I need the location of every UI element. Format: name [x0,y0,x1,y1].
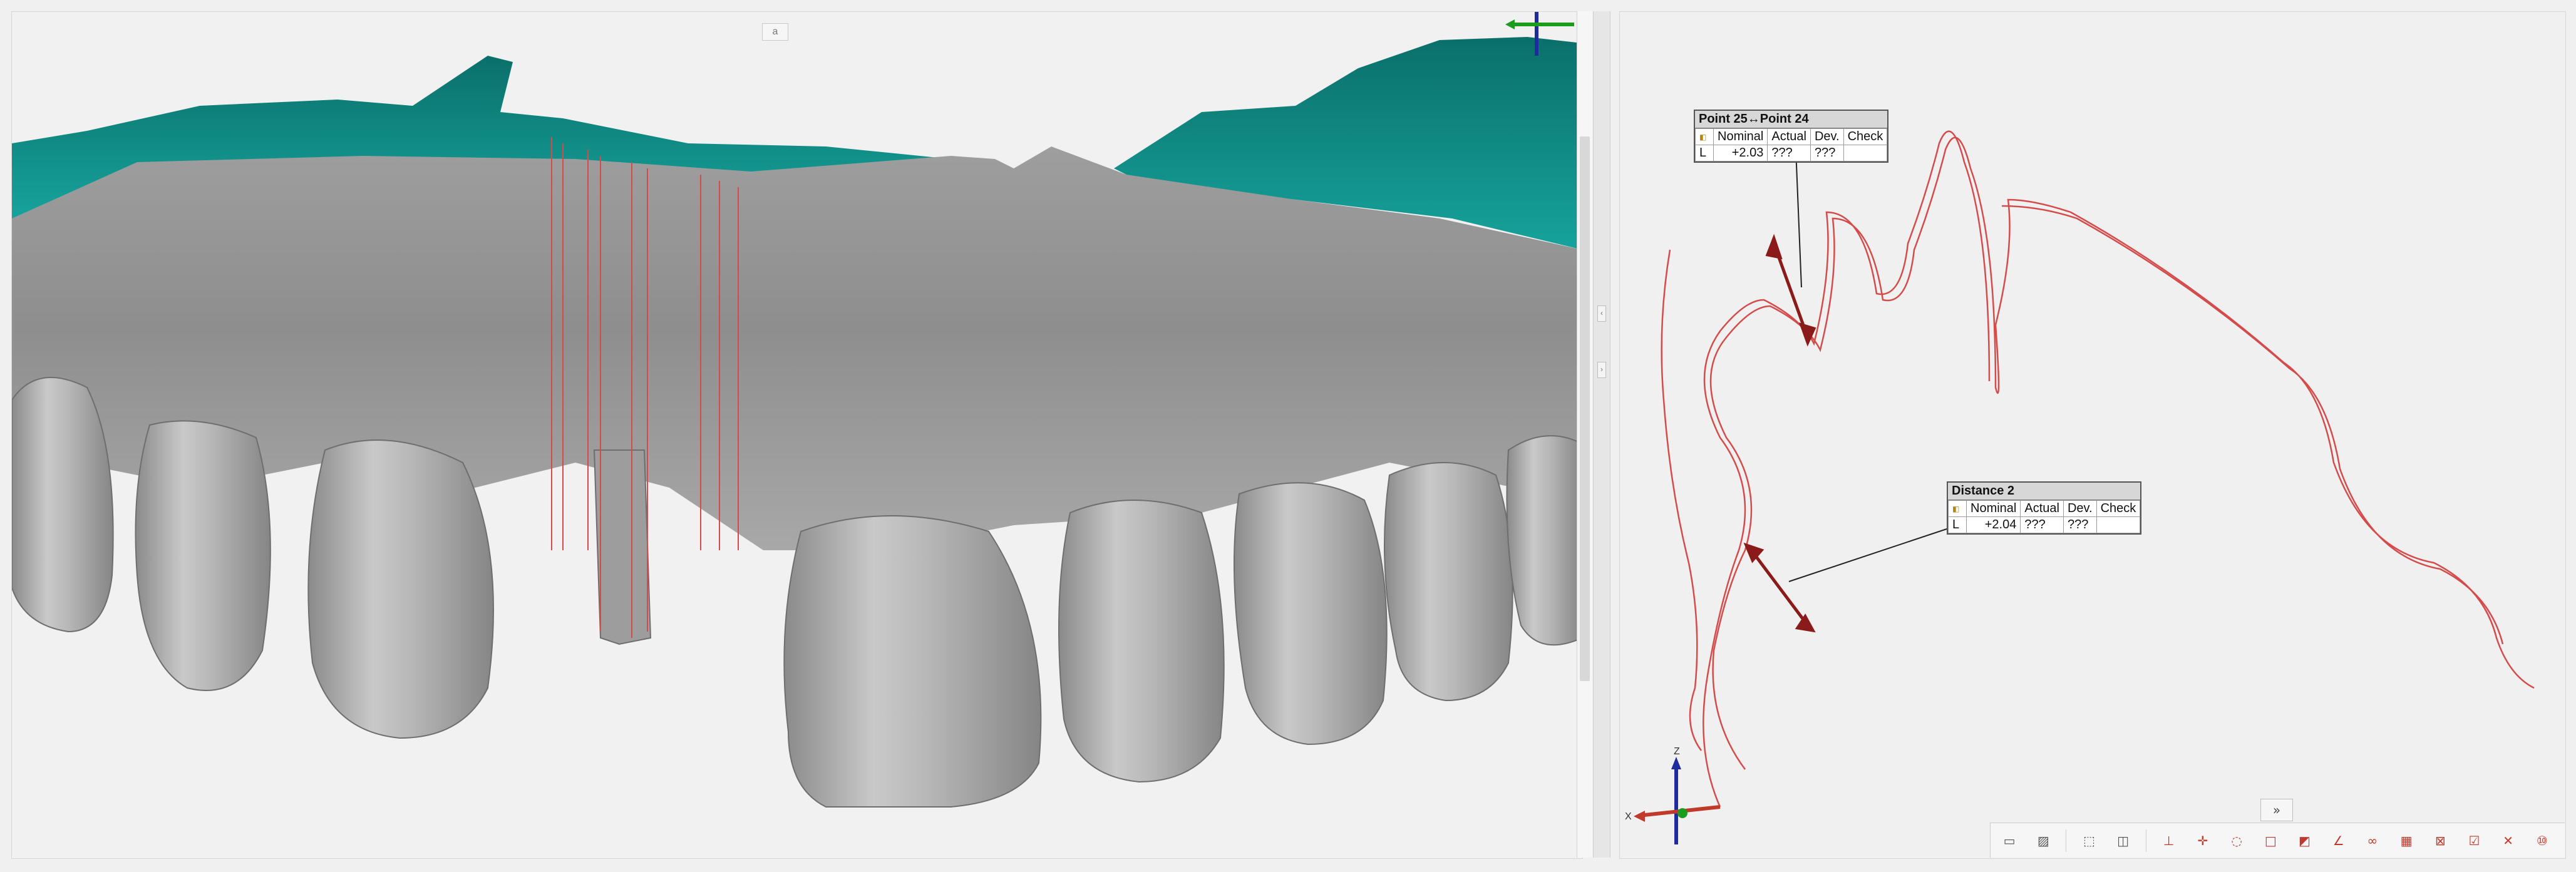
measurement-icon: ◧ [1948,500,1967,517]
toolbar-expand-button[interactable]: » [2260,799,2293,821]
measurement-label-point25-point24[interactable]: Point 25↔Point 24 ◧ Nominal Actual Dev. … [1694,110,1889,163]
orientation-triad-2d [1634,757,1721,844]
grid-icon[interactable]: ▦ [2395,829,2418,853]
intersect-icon[interactable]: ⊠ [2429,829,2451,853]
measurement-title: Distance 2 [1948,483,2141,500]
scrollbar-thumb[interactable] [1580,136,1590,681]
hatch-icon[interactable]: ▨ [2032,829,2054,853]
plane-icon[interactable]: ◩ [2293,829,2316,853]
measurement-icon: ◧ [1695,128,1714,145]
angle-icon[interactable]: ∠ [2327,829,2350,853]
viewport-scrollbar[interactable] [1577,11,1592,858]
dimension-arrow-1 [1765,233,1816,347]
tooth-5 [1058,500,1225,783]
z-axis-label: Z [1674,746,1680,757]
tooth-3 [307,439,494,739]
tooth-6 [1234,482,1388,746]
section-view[interactable]: Z X Point 25↔Point 24 ◧ Nominal Actual D… [1619,11,2566,859]
abutment-stump [593,449,652,645]
split-icon[interactable]: ◫ [2112,829,2135,853]
link-icon[interactable]: ∞ [2361,829,2384,853]
viewport-top-tab[interactable]: a [762,23,788,41]
dental-scan-render [12,12,1582,808]
measurement-label-distance-2[interactable]: Distance 2 ◧ Nominal Actual Dev. Check L… [1947,481,2142,535]
align-icon[interactable]: ⊥ [2158,829,2180,853]
splitter-expand-button[interactable]: › [1597,362,1606,378]
tooth-7 [1384,462,1513,702]
measurement-table: ◧ Nominal Actual Dev. Check L +2.04 ??? … [1948,500,2141,533]
splitter-collapse-button[interactable]: ‹ [1597,305,1606,322]
rectangle-icon[interactable]: □ [2259,829,2282,853]
pane-splitter[interactable]: ‹ › [1593,11,1610,858]
app-window: a ‹ › Z X Point 25↔Point 24 ◧ Nominal Ac… [0,0,2576,872]
tooth-1 [12,377,114,633]
tooth-4 [783,515,1042,808]
3d-viewport[interactable]: a [11,11,1583,859]
dimension-arrow-2 [1743,542,1816,633]
report-icon[interactable]: ☑ [2463,829,2485,853]
numbering-icon[interactable]: ⑩ [2531,829,2553,853]
tooth-2 [135,420,271,691]
x-axis-label: X [1625,811,1632,822]
measurement-table: ◧ Nominal Actual Dev. Check L +2.03 ??? … [1695,128,1888,162]
close-icon[interactable]: ✕ [2497,829,2520,853]
point-icon[interactable]: ✛ [2192,829,2214,853]
view-mode-icon[interactable]: ▭ [1998,829,2021,853]
tooth-8 [1506,435,1582,646]
select-icon[interactable]: ⬚ [2078,829,2100,853]
measurement-title: Point 25↔Point 24 [1695,111,1888,128]
bottom-toolbar: ▭ ▨ ⬚ ◫ ⊥ ✛ ◌ □ ◩ ∠ ∞ ▦ ⊠ ☑ ✕ ⑩ [1990,823,2565,858]
circle-icon[interactable]: ◌ [2225,829,2248,853]
